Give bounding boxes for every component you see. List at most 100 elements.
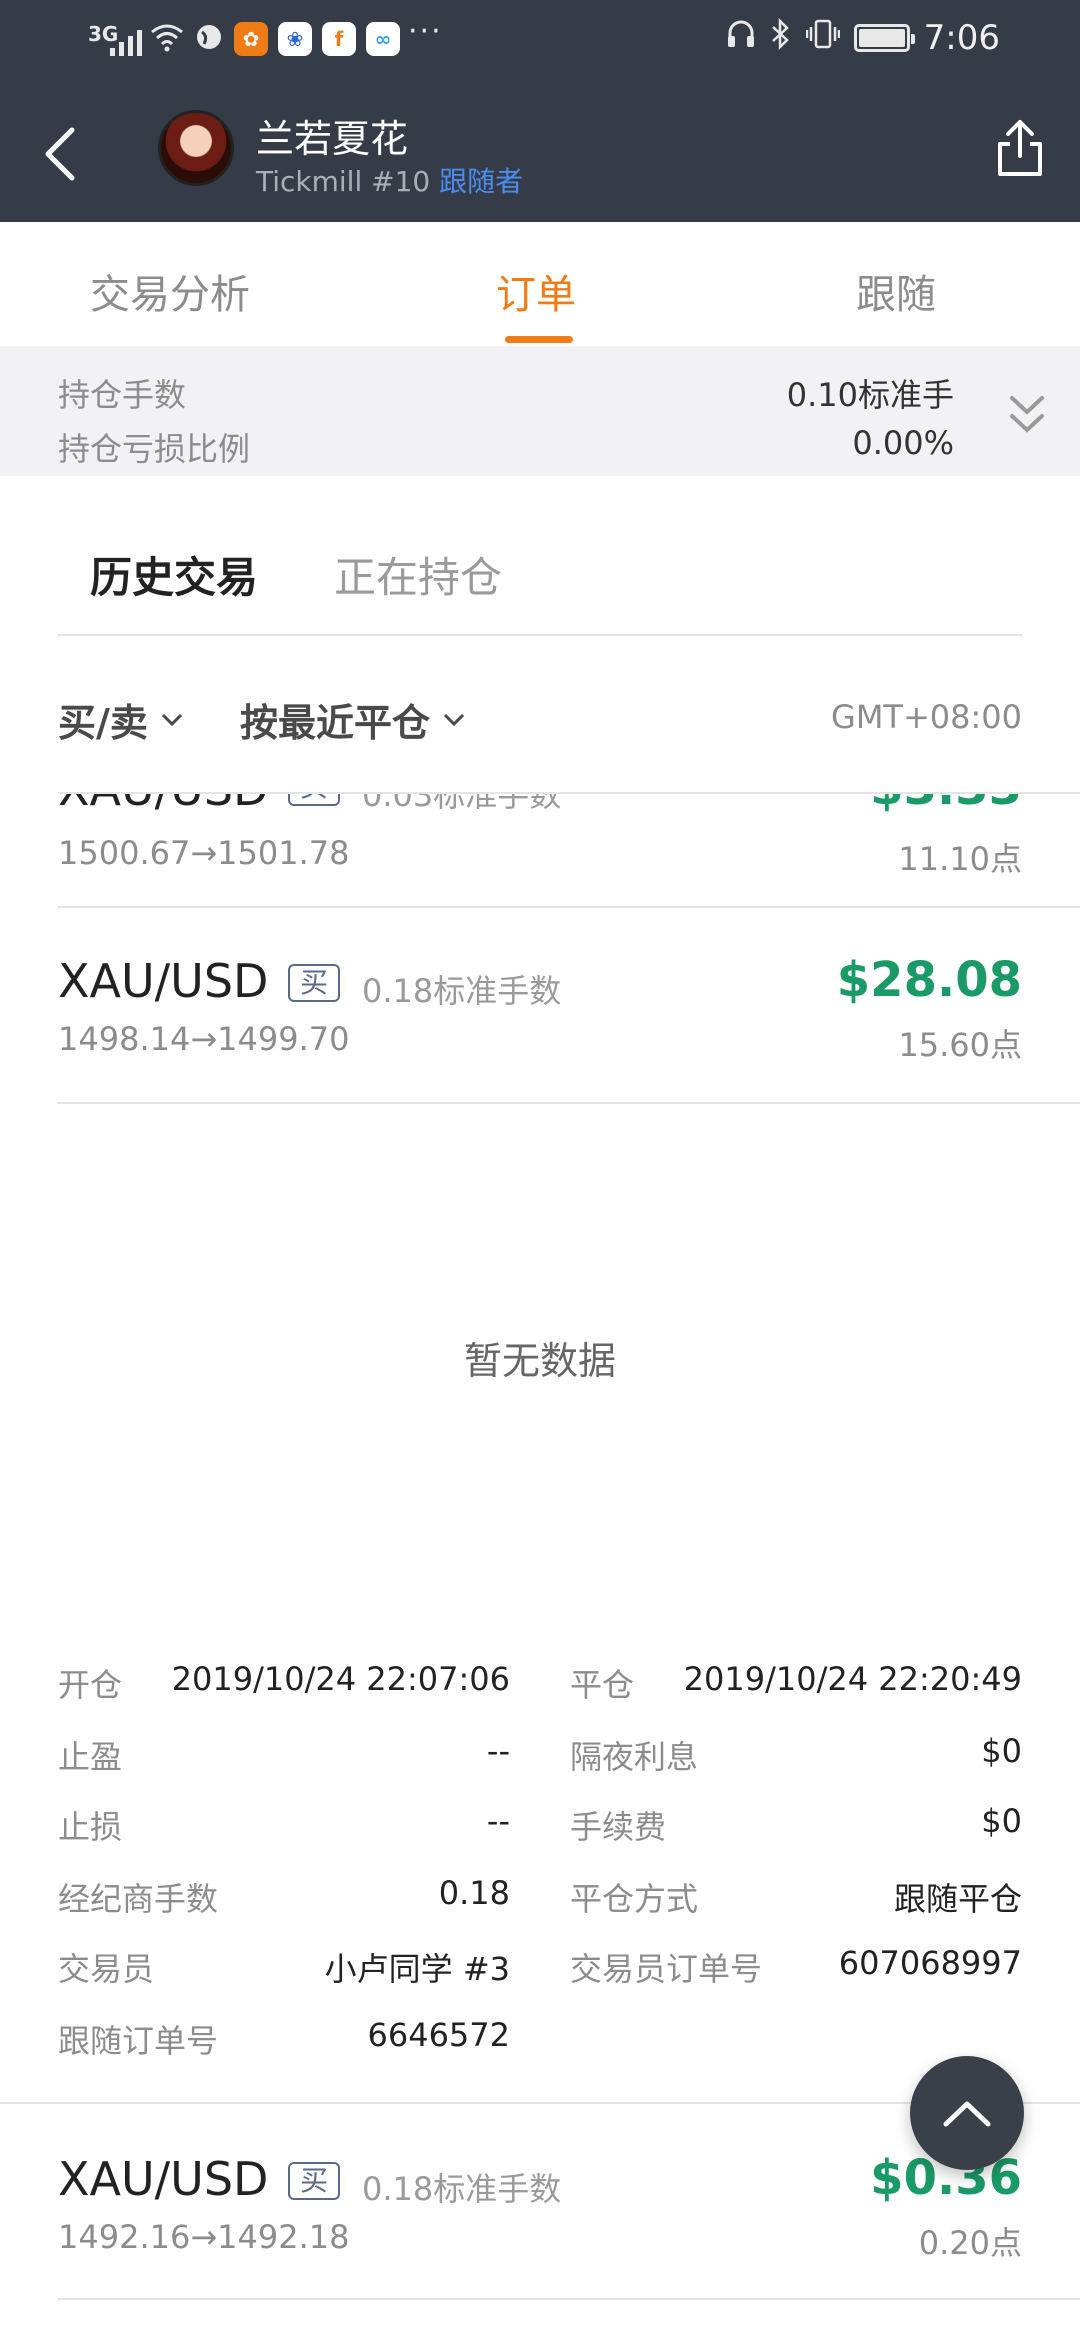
wifi-icon xyxy=(150,22,184,56)
main-tabs: 交易分析 订单 跟随 xyxy=(0,230,1080,346)
headset-icon xyxy=(726,18,756,58)
baidu-icon: ❀ xyxy=(278,22,312,56)
filter-bar: 买/卖 按最近平仓 GMT+08:00 xyxy=(0,638,1080,794)
lots-value: 0.10标准手 xyxy=(786,376,954,414)
detail-value: 2019/10/24 22:07:06 xyxy=(171,1660,510,1698)
detail-key: 经纪商手数 xyxy=(58,1880,219,1918)
expand-button[interactable] xyxy=(1006,392,1048,440)
detail-value: $0 xyxy=(981,1802,1022,1840)
trade-points: 0.20点 xyxy=(918,2224,1022,2262)
subtab-divider xyxy=(58,634,1022,636)
tab-open-positions[interactable]: 正在持仓 xyxy=(334,544,502,605)
side-filter-label: 买/卖 xyxy=(58,701,148,745)
active-tab-indicator xyxy=(505,336,573,343)
loss-ratio-value: 0.00% xyxy=(852,424,954,462)
clock: 7:06 xyxy=(923,18,1000,58)
detail-broker-lots: 经纪商手数 0.18 xyxy=(58,1874,510,1920)
trade-lots: 0.18标准手数 xyxy=(362,972,562,1010)
detail-key: 平仓 xyxy=(570,1666,635,1704)
trade-symbol: XAU/USD xyxy=(58,794,268,816)
detail-value: -- xyxy=(486,1802,510,1840)
detail-swap: 隔夜利息 $0 xyxy=(570,1732,1022,1778)
lots-row: 持仓手数 0.10标准手 xyxy=(58,370,954,416)
loss-ratio-label: 持仓亏损比例 xyxy=(58,430,251,468)
chevron-left-icon xyxy=(45,127,75,181)
chevron-up-icon xyxy=(943,2101,991,2127)
position-summary: 持仓手数 0.10标准手 持仓亏损比例 0.00% xyxy=(0,346,1080,476)
detail-value: 跟随平仓 xyxy=(893,1880,1022,1918)
signal-icon xyxy=(110,22,142,56)
trade-list-clip: XAU/USD 买 0.03标准手数 $3.33 1500.67→1501.78… xyxy=(0,794,1080,910)
lots-label: 持仓手数 xyxy=(58,376,187,414)
tab-follow[interactable]: 跟随 xyxy=(856,262,936,320)
trade-row[interactable]: XAU/USD 买 0.18标准手数 $28.08 1498.14→1499.7… xyxy=(0,908,1080,1102)
vibrate-icon xyxy=(805,18,840,58)
trader-name: 兰若夏花 xyxy=(256,117,409,161)
trade-row[interactable]: XAU/USD 买 0.03标准手数 $3.33 1500.67→1501.78… xyxy=(0,794,1080,910)
trader-subtitle: Tickmill #10 跟随者 xyxy=(256,160,523,200)
detail-key: 止损 xyxy=(58,1808,123,1846)
notification-icons: ✿ ❀ f ∞ xyxy=(150,22,400,56)
detail-key: 交易员 xyxy=(58,1950,155,1988)
detail-key: 隔夜利息 xyxy=(570,1738,699,1776)
f-app-icon: f xyxy=(322,22,356,56)
detail-value: 小卢同学 #3 xyxy=(324,1950,510,1988)
detail-stop-loss: 止损 -- xyxy=(58,1802,510,1848)
detail-key: 手续费 xyxy=(570,1808,667,1846)
trade-symbol: XAU/USD xyxy=(58,954,269,1008)
timezone-label: GMT+08:00 xyxy=(831,698,1022,736)
detail-follow-order: 跟随订单号 6646572 xyxy=(58,2016,510,2062)
side-filter-dropdown[interactable]: 买/卖 xyxy=(58,692,184,747)
sort-label: 按最近平仓 xyxy=(240,701,431,745)
row-divider xyxy=(58,2298,1080,2300)
trade-lots: 0.18标准手数 xyxy=(362,2170,562,2208)
loss-ratio-row: 持仓亏损比例 0.00% xyxy=(58,424,954,470)
app-icon-orange: ✿ xyxy=(234,22,268,56)
sort-dropdown[interactable]: 按最近平仓 xyxy=(240,692,466,747)
trade-side-badge: 买 xyxy=(288,2162,341,2200)
detail-fee: 手续费 $0 xyxy=(570,1802,1022,1848)
trade-profit: $28.08 xyxy=(836,952,1022,1008)
status-bar: 3G ✿ ❀ f ∞ ··· 7:06 xyxy=(0,0,1080,80)
detail-trader-order: 交易员订单号 607068997 xyxy=(570,1944,1022,1990)
detail-value: 6646572 xyxy=(367,2016,510,2054)
share-button[interactable] xyxy=(990,116,1050,180)
tab-history-trades[interactable]: 历史交易 xyxy=(90,544,258,605)
more-notifications: ··· xyxy=(408,14,443,49)
detail-value: $0 xyxy=(981,1732,1022,1770)
avatar[interactable] xyxy=(158,110,234,186)
back-button[interactable] xyxy=(36,120,86,190)
battery-icon xyxy=(853,24,915,52)
detail-value: 2019/10/24 22:20:49 xyxy=(683,1660,1022,1698)
detail-take-profit: 止盈 -- xyxy=(58,1732,510,1778)
row-divider xyxy=(58,1102,1080,1104)
trade-points: 11.10点 xyxy=(898,840,1022,878)
trade-symbol: XAU/USD xyxy=(58,2152,269,2206)
globe-icon xyxy=(194,22,224,56)
detail-key: 平仓方式 xyxy=(570,1880,699,1918)
trade-prices: 1500.67→1501.78 xyxy=(58,834,350,872)
tab-analysis[interactable]: 交易分析 xyxy=(90,262,250,320)
detail-key: 止盈 xyxy=(58,1738,123,1776)
broker-rank: Tickmill #10 xyxy=(256,165,431,198)
status-right: 7:06 xyxy=(726,17,1000,58)
trade-prices: 1498.14→1499.70 xyxy=(58,1020,350,1058)
trade-side-badge: 买 xyxy=(288,964,341,1002)
detail-trader: 交易员 小卢同学 #3 xyxy=(58,1944,510,1990)
detail-close: 平仓 2019/10/24 22:20:49 xyxy=(570,1660,1022,1706)
detail-key: 跟随订单号 xyxy=(58,2022,219,2060)
detail-value: 607068997 xyxy=(838,1944,1022,1982)
role-label: 跟随者 xyxy=(439,165,524,198)
double-chevron-down-icon xyxy=(1010,396,1044,433)
chevron-down-icon xyxy=(161,713,182,726)
chevron-down-icon xyxy=(443,713,465,726)
profile-header: 兰若夏花 Tickmill #10 跟随者 xyxy=(0,80,1080,222)
scroll-to-top-button[interactable] xyxy=(910,2056,1024,2170)
detail-value: 0.18 xyxy=(438,1874,510,1912)
detail-key: 开仓 xyxy=(58,1666,123,1704)
tab-orders[interactable]: 订单 xyxy=(496,262,576,320)
top-bar: 3G ✿ ❀ f ∞ ··· 7:06 兰若夏花 Tickmill #10 跟随… xyxy=(0,0,1080,222)
fly-app-icon: ∞ xyxy=(366,22,400,56)
trade-side-badge: 买 xyxy=(288,794,341,806)
empty-state-text: 暂无数据 xyxy=(463,1339,616,1383)
